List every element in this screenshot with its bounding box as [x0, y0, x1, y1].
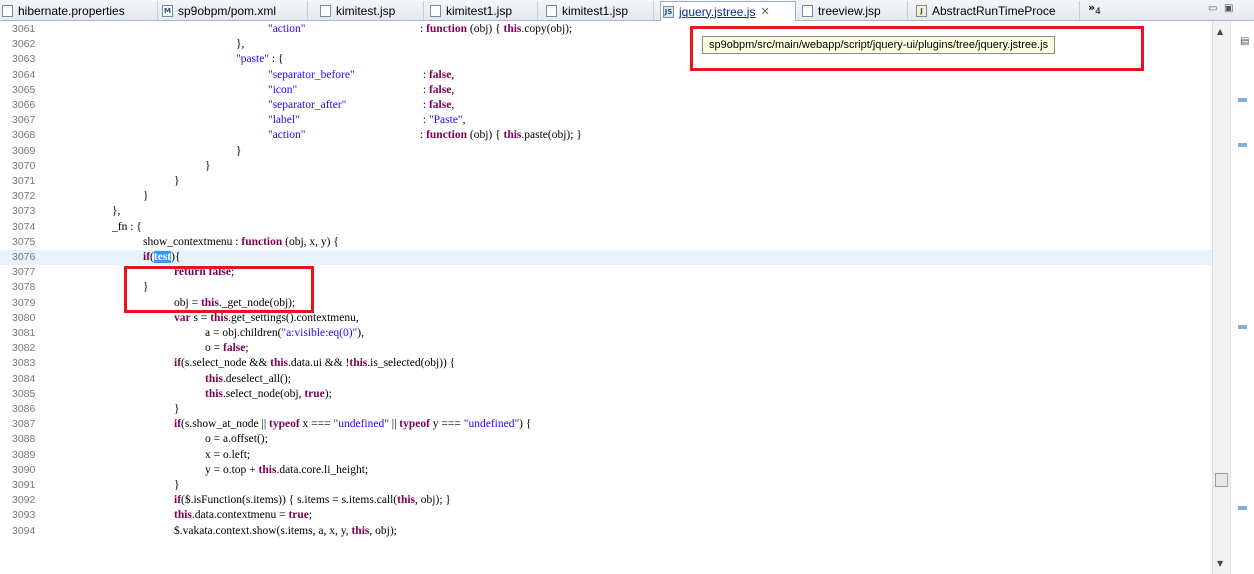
code-line: 3080 var s = this.get_settings().contextm…	[12, 311, 359, 324]
code-line: 3081 a = obj.children("a:visible:eq(0)"),	[12, 327, 364, 339]
code-line: 3092 if($.isFunction(s.items)) { s.items …	[12, 494, 451, 507]
tab-pom-xml[interactable]: M sp9obpm/pom.xml	[160, 1, 308, 20]
tab-treeview-jsp[interactable]: treeview.jsp	[800, 1, 908, 20]
code-line: 3066 "separator_after" : false,	[12, 99, 455, 111]
tab-abstract-runtime[interactable]: J AbstractRunTimeProce	[914, 1, 1080, 20]
scrollbar-thumb[interactable]	[1215, 473, 1228, 487]
tab-label: kimitest.jsp	[336, 3, 396, 18]
code-line: 3087 if(s.show_at_node || typeof x === "u…	[12, 418, 532, 431]
code-line: 3065 "icon" : false,	[12, 83, 455, 96]
code-line: 3093 this.data.contextmenu = true;	[12, 509, 313, 522]
jsp-file-icon	[802, 4, 813, 17]
code-line: 3083 if(s.select_node && this.data.ui && …	[12, 357, 456, 370]
code-line: 3068 "action": function (obj) { this.past…	[12, 129, 582, 142]
code-line: 3075 show_contextmenu : function (obj, x,…	[12, 235, 339, 248]
jsp-file-icon	[430, 4, 441, 17]
code-line: 3070}	[12, 159, 211, 172]
tab-kimitest1-jsp-2[interactable]: kimitest1.jsp	[544, 1, 654, 20]
code-line: 3094 $.vakata.context.show(s.items, a, x,…	[12, 524, 397, 537]
code-line: 3082 o = false;	[12, 342, 249, 355]
overview-marker[interactable]	[1238, 506, 1247, 510]
code-line: 3089 x = o.left;	[12, 448, 251, 461]
overview-marker[interactable]	[1238, 143, 1247, 147]
jsp-file-icon	[546, 4, 557, 17]
code-line: 3084 this.deselect_all();	[12, 372, 291, 385]
overview-ruler[interactable]	[1230, 21, 1254, 574]
tab-jquery-jstree-js[interactable]: JS jquery.jstree.js ✕	[660, 1, 796, 21]
tab-kimitest1-jsp[interactable]: kimitest1.jsp	[428, 1, 538, 20]
scroll-down-icon[interactable]: ▼	[1217, 559, 1223, 568]
code-line: 3085 this.select_node(obj, true);	[12, 387, 332, 400]
tab-label: treeview.jsp	[818, 3, 881, 18]
tab-overflow-button[interactable]: »4	[1088, 1, 1101, 17]
code-line: 3069}	[12, 144, 242, 157]
side-panel-icon[interactable]: ▤	[1240, 36, 1249, 47]
vertical-scrollbar[interactable]: ▲ ▼	[1212, 21, 1230, 574]
editor-tab-bar: hibernate.properties M sp9obpm/pom.xml k…	[0, 0, 1254, 21]
code-line: 3090 y = o.top + this.data.core.li_height…	[12, 463, 369, 476]
overview-marker[interactable]	[1238, 325, 1247, 329]
tab-label: hibernate.properties	[18, 3, 125, 18]
selected-text: test	[153, 251, 172, 263]
tab-hibernate-properties[interactable]: hibernate.properties	[0, 1, 158, 20]
code-line: 3071}	[12, 175, 180, 187]
tab-kimitest-jsp[interactable]: kimitest.jsp	[318, 1, 424, 20]
js-file-icon: JS	[663, 5, 674, 18]
maximize-icon[interactable]: ▣	[1224, 3, 1233, 14]
tab-label: kimitest1.jsp	[562, 3, 629, 18]
maven-pom-icon: M	[162, 4, 173, 17]
properties-file-icon	[2, 4, 13, 17]
code-line-current: 3076 if(test){	[0, 250, 1212, 266]
tab-label: kimitest1.jsp	[446, 3, 513, 18]
scroll-up-icon[interactable]: ▲	[1217, 27, 1223, 36]
tab-label: jquery.jstree.js	[679, 4, 756, 19]
tab-label: AbstractRunTimeProce	[932, 3, 1056, 18]
code-highlight-box	[124, 266, 314, 313]
minimize-icon[interactable]: ▭	[1208, 3, 1217, 14]
tooltip-highlight-box	[690, 26, 1144, 71]
code-line: 3088 o = a.offset();	[12, 433, 268, 446]
code-line: 3074 _fn : {	[12, 220, 142, 233]
tab-label: sp9obpm/pom.xml	[178, 3, 277, 18]
jsp-file-icon	[320, 4, 331, 17]
close-icon[interactable]: ✕	[760, 5, 769, 18]
code-line: 3086}	[12, 403, 180, 415]
overview-marker[interactable]	[1238, 98, 1247, 102]
code-line: 3091}	[12, 479, 180, 491]
code-line: 3073},	[12, 205, 121, 218]
code-line: 3067 "label" : "Paste",	[12, 114, 466, 127]
java-file-icon: J	[916, 4, 927, 17]
code-line: 3072}	[12, 190, 149, 203]
